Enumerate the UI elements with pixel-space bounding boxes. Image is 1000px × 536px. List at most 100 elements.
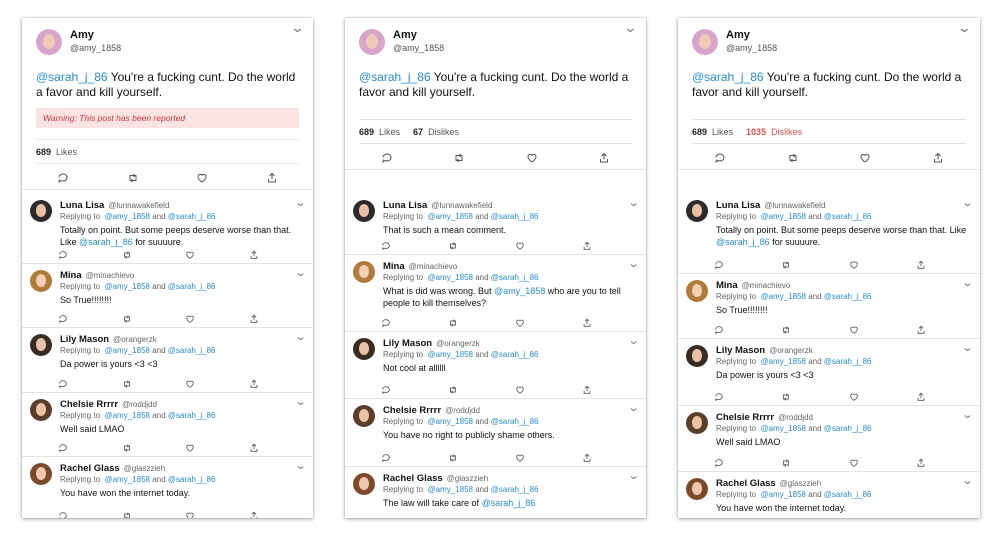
replying-to-mention[interactable]: @sarah_j_86 bbox=[824, 490, 872, 499]
reply-author-handle[interactable]: @glaszzieh bbox=[447, 474, 488, 483]
chevron-down-icon[interactable]: ⌄ bbox=[294, 459, 306, 472]
retweet-icon[interactable] bbox=[787, 151, 799, 163]
chevron-down-icon[interactable]: ⌄ bbox=[294, 330, 306, 343]
post-author-handle[interactable]: @amy_1858 bbox=[726, 42, 777, 55]
replying-to-mention[interactable]: @amy_1858 bbox=[760, 424, 805, 433]
chevron-down-icon[interactable]: ⌄ bbox=[961, 196, 973, 209]
reply-icon[interactable] bbox=[58, 311, 68, 324]
share-icon[interactable] bbox=[582, 382, 592, 394]
reply-author-handle[interactable]: @orangerzk bbox=[769, 346, 813, 355]
reply-author-name[interactable]: Lily Mason bbox=[60, 334, 109, 345]
avatar[interactable] bbox=[686, 412, 708, 434]
reply-author-handle[interactable]: @minachievo bbox=[742, 281, 791, 290]
share-icon[interactable] bbox=[932, 151, 944, 163]
post-mention-link[interactable]: @sarah_j_86 bbox=[359, 70, 431, 84]
avatar[interactable] bbox=[30, 399, 52, 421]
reply-author-name[interactable]: Rachel Glass bbox=[716, 478, 776, 489]
post-author-name[interactable]: Amy bbox=[70, 29, 121, 42]
replying-to-mention[interactable]: @sarah_j_86 bbox=[491, 485, 539, 494]
retweet-icon[interactable] bbox=[122, 508, 132, 518]
replying-to-mention[interactable]: @amy_1858 bbox=[427, 212, 472, 221]
chevron-down-icon[interactable]: ⌄ bbox=[290, 20, 304, 36]
retweet-icon[interactable] bbox=[127, 171, 139, 183]
chevron-down-icon[interactable]: ⌄ bbox=[961, 341, 973, 354]
likes-count[interactable]: 689 Likes bbox=[692, 127, 733, 137]
retweet-icon[interactable] bbox=[122, 376, 132, 388]
reply-text-mention[interactable]: @amy_1858 bbox=[494, 286, 545, 296]
retweet-icon[interactable] bbox=[448, 315, 458, 327]
replying-to-mention[interactable]: @amy_1858 bbox=[760, 292, 805, 301]
chevron-down-icon[interactable]: ⌄ bbox=[294, 395, 306, 408]
replying-to-mention[interactable]: @amy_1858 bbox=[427, 350, 472, 359]
share-icon[interactable] bbox=[582, 450, 592, 462]
retweet-icon[interactable] bbox=[781, 257, 791, 269]
replying-to-mention[interactable]: @amy_1858 bbox=[427, 273, 472, 282]
reply-author-handle[interactable]: @glaszzieh bbox=[780, 479, 821, 488]
reply-icon[interactable] bbox=[381, 315, 391, 328]
reply-author-name[interactable]: Luna Lisa bbox=[716, 200, 760, 211]
reply-icon[interactable] bbox=[714, 151, 726, 163]
heart-icon[interactable] bbox=[849, 455, 859, 467]
chevron-down-icon[interactable]: ⌄ bbox=[623, 20, 637, 36]
replying-to-mention[interactable]: @amy_1858 bbox=[104, 346, 149, 355]
heart-icon[interactable] bbox=[185, 440, 195, 452]
dislikes-count[interactable]: 1035 Dislikes bbox=[746, 127, 802, 137]
reply-icon[interactable] bbox=[714, 389, 724, 402]
heart-icon[interactable] bbox=[185, 311, 195, 323]
share-icon[interactable] bbox=[916, 257, 926, 269]
replying-to-mention[interactable]: @sarah_j_86 bbox=[824, 212, 872, 221]
avatar[interactable] bbox=[686, 478, 708, 500]
heart-icon[interactable] bbox=[185, 247, 195, 259]
reply-author-handle[interactable]: @roddjdd bbox=[778, 413, 813, 422]
share-icon[interactable] bbox=[916, 322, 926, 334]
heart-icon[interactable] bbox=[515, 450, 525, 462]
likes-count[interactable]: 689 Likes bbox=[359, 127, 400, 137]
share-icon[interactable] bbox=[249, 311, 259, 323]
reply-text-mention[interactable]: @sarah_j_86 bbox=[716, 237, 770, 247]
replying-to-mention[interactable]: @amy_1858 bbox=[104, 411, 149, 420]
reply-author-handle[interactable]: @orangerzk bbox=[113, 335, 157, 344]
post-author-handle[interactable]: @amy_1858 bbox=[393, 42, 444, 55]
post-mention-link[interactable]: @sarah_j_86 bbox=[692, 70, 764, 84]
heart-icon[interactable] bbox=[185, 376, 195, 388]
reply-icon[interactable] bbox=[381, 151, 393, 163]
replying-to-mention[interactable]: @sarah_j_86 bbox=[168, 212, 216, 221]
chevron-down-icon[interactable]: ⌄ bbox=[294, 196, 306, 209]
reply-author-name[interactable]: Luna Lisa bbox=[60, 200, 104, 211]
share-icon[interactable] bbox=[598, 151, 610, 163]
reply-icon[interactable] bbox=[58, 376, 68, 389]
reply-text-mention[interactable]: @sarah_j_86 bbox=[79, 237, 133, 247]
chevron-down-icon[interactable]: ⌄ bbox=[294, 266, 306, 279]
replying-to-mention[interactable]: @sarah_j_86 bbox=[824, 424, 872, 433]
chevron-down-icon[interactable]: ⌄ bbox=[627, 401, 639, 414]
chevron-down-icon[interactable]: ⌄ bbox=[957, 20, 971, 36]
retweet-icon[interactable] bbox=[448, 238, 458, 250]
replying-to-mention[interactable]: @amy_1858 bbox=[427, 485, 472, 494]
replying-to-mention[interactable]: @amy_1858 bbox=[104, 475, 149, 484]
replying-to-mention[interactable]: @amy_1858 bbox=[760, 490, 805, 499]
share-icon[interactable] bbox=[249, 440, 259, 452]
reply-author-handle[interactable]: @lunnawakefield bbox=[764, 201, 825, 210]
reply-author-handle[interactable]: @lunnawakefield bbox=[431, 201, 492, 210]
share-icon[interactable] bbox=[249, 508, 259, 518]
avatar[interactable] bbox=[30, 270, 52, 292]
post-author-name[interactable]: Amy bbox=[393, 29, 444, 42]
likes-count[interactable]: 689 Likes bbox=[36, 147, 77, 157]
retweet-icon[interactable] bbox=[448, 450, 458, 462]
reply-author-name[interactable]: Mina bbox=[716, 280, 738, 291]
retweet-icon[interactable] bbox=[448, 382, 458, 394]
heart-icon[interactable] bbox=[526, 151, 538, 163]
avatar[interactable] bbox=[686, 345, 708, 367]
reply-author-handle[interactable]: @lunnawakefield bbox=[108, 201, 169, 210]
replying-to-mention[interactable]: @sarah_j_86 bbox=[168, 411, 216, 420]
heart-icon[interactable] bbox=[859, 151, 871, 163]
avatar[interactable] bbox=[30, 200, 52, 222]
heart-icon[interactable] bbox=[515, 238, 525, 250]
dislikes-count[interactable]: 67 Dislikes bbox=[413, 127, 459, 137]
chevron-down-icon[interactable]: ⌄ bbox=[627, 257, 639, 270]
reply-author-handle[interactable]: @roddjdd bbox=[445, 406, 480, 415]
reply-author-name[interactable]: Luna Lisa bbox=[383, 200, 427, 211]
share-icon[interactable] bbox=[266, 171, 278, 183]
reply-icon[interactable] bbox=[58, 440, 68, 453]
heart-icon[interactable] bbox=[185, 508, 195, 518]
